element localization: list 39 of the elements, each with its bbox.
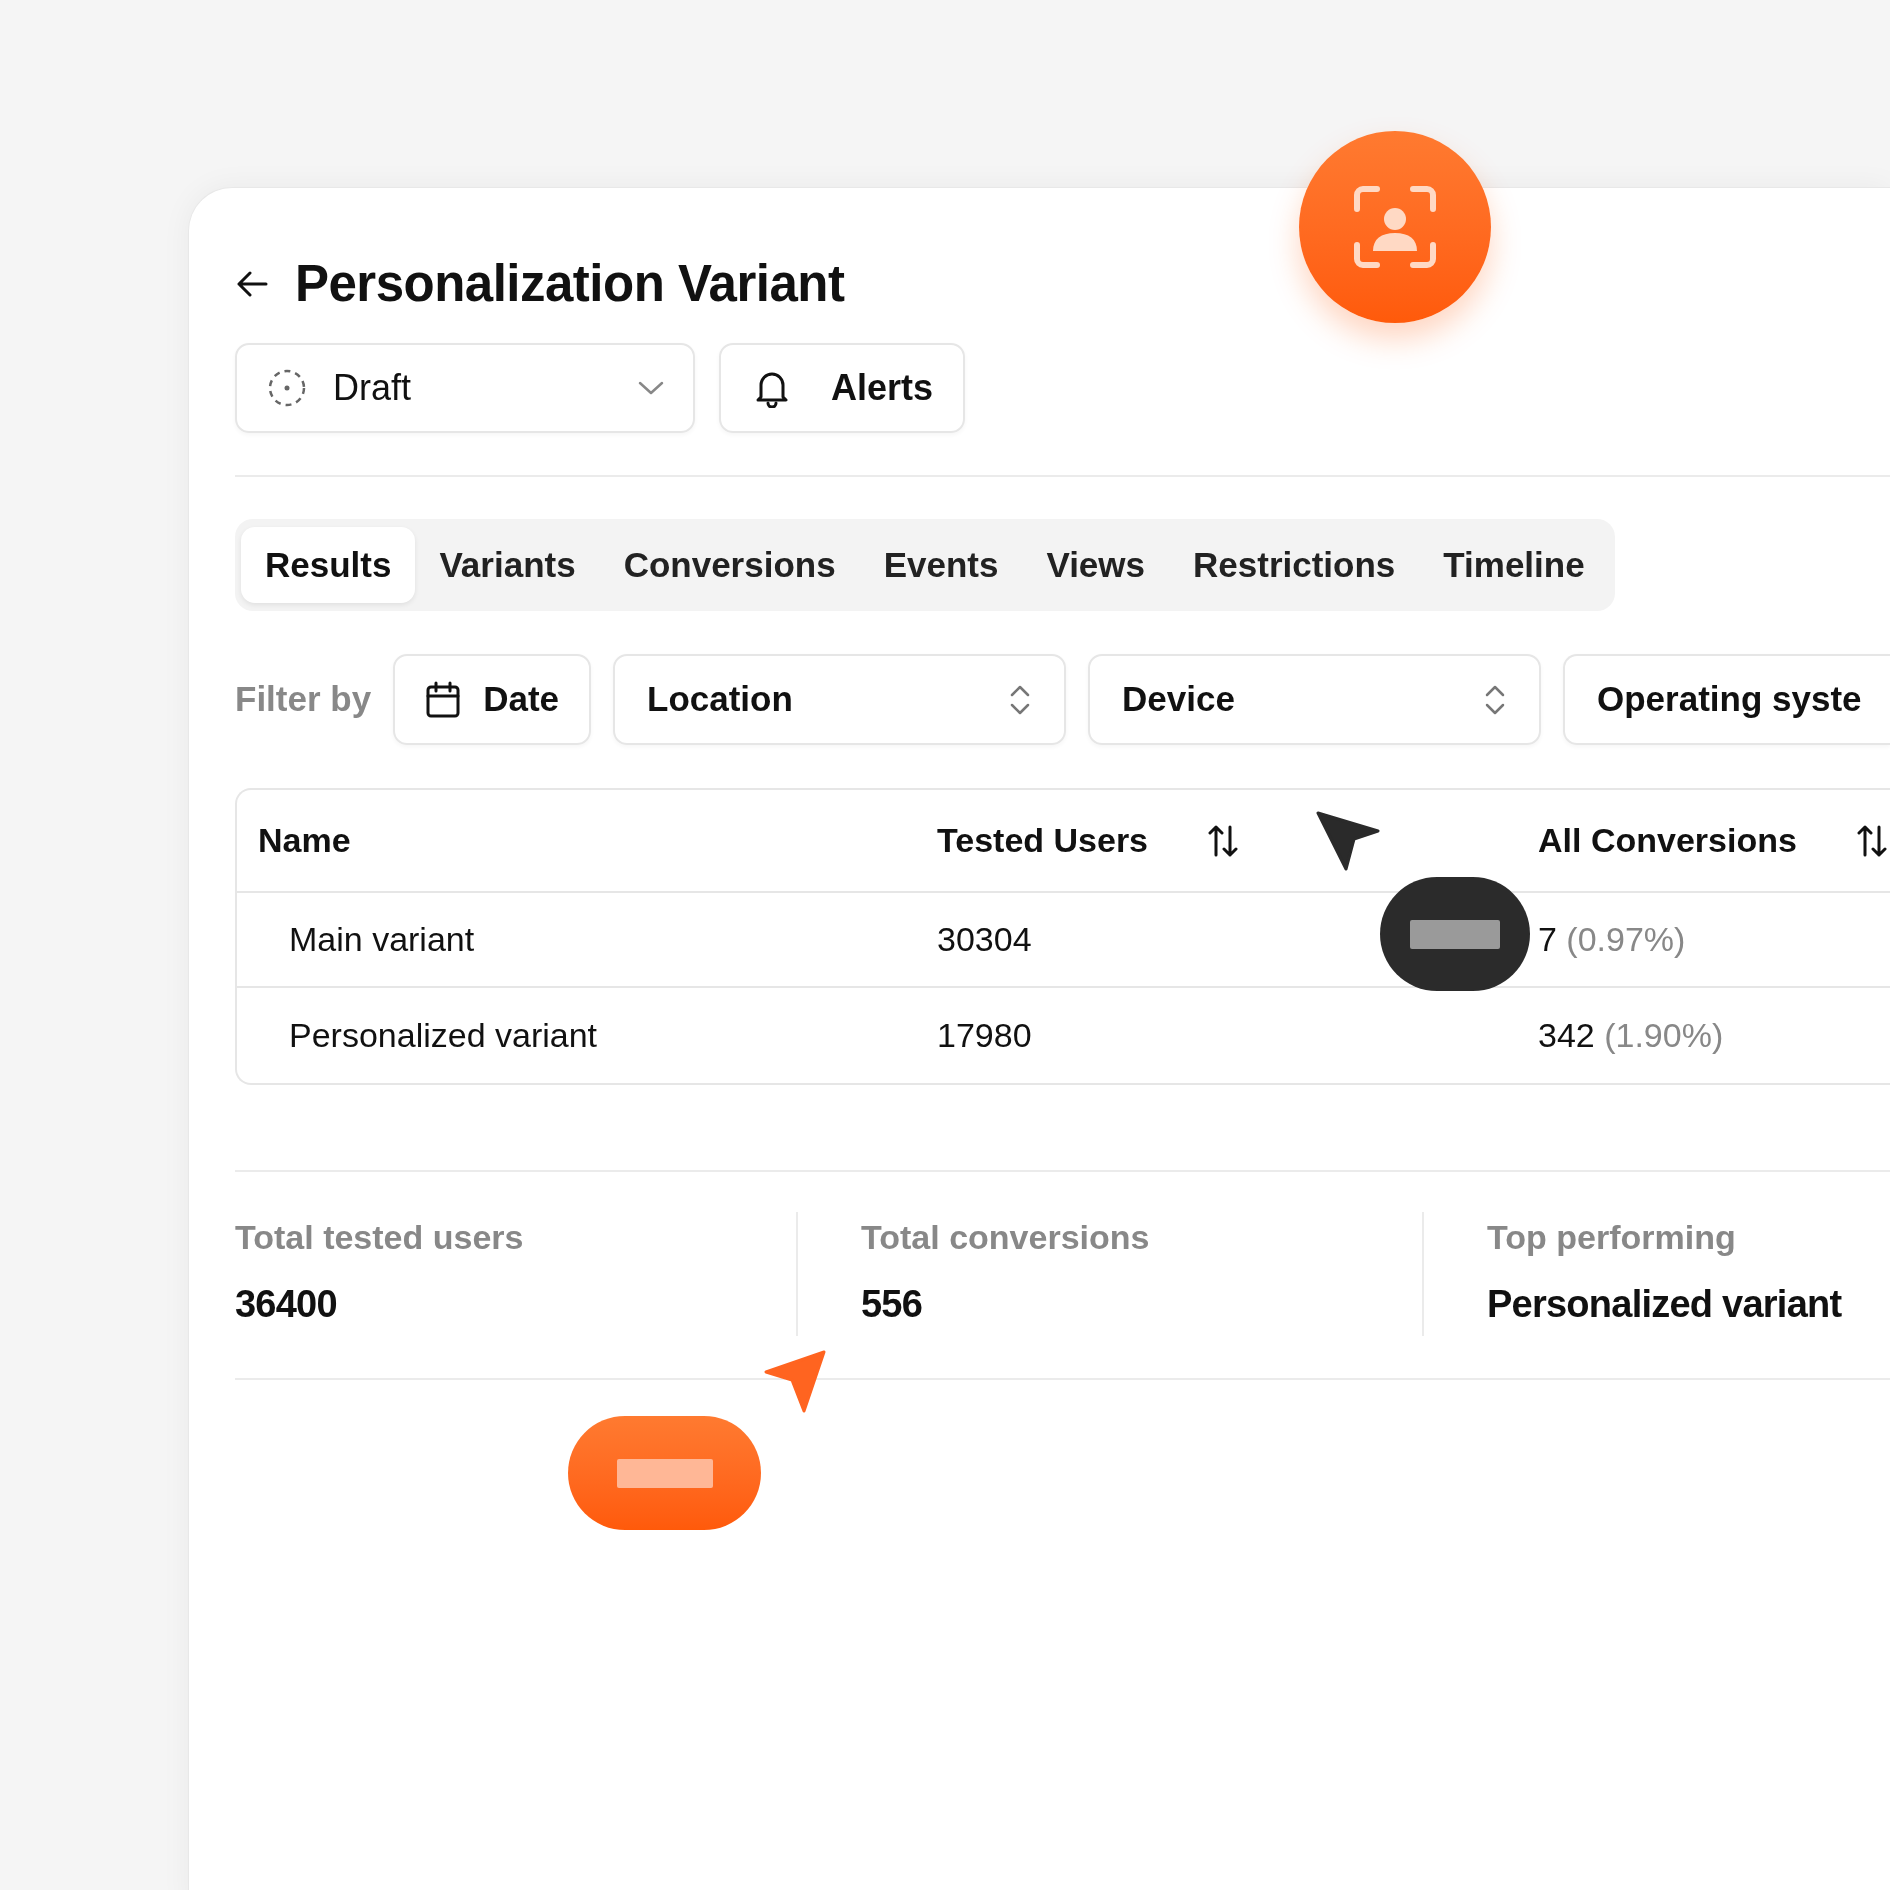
tab[interactable]: Variants (415, 527, 600, 603)
stat-value: Personalized variant (1487, 1282, 1842, 1327)
table-cell: 30304 (937, 920, 1032, 958)
tab[interactable]: Conversions (599, 527, 860, 603)
tab[interactable]: Views (1022, 527, 1169, 603)
back-arrow-icon[interactable] (235, 269, 269, 299)
calendar-icon (425, 680, 462, 719)
stat-value: 36400 (235, 1282, 337, 1327)
tab[interactable]: Restrictions (1169, 527, 1420, 603)
page-title: Personalization Variant (295, 253, 845, 314)
table-cell-text: Main variant (288, 919, 476, 960)
tab[interactable]: Timeline (1419, 527, 1609, 603)
filter-dropdown[interactable]: Operating syste (1563, 654, 1890, 745)
filter-label: Filter by (235, 678, 372, 721)
dashed-circle-icon (267, 368, 307, 408)
status-dropdown[interactable]: Draft (235, 343, 695, 433)
sort-icon[interactable] (1856, 823, 1887, 858)
pointer-cursor-icon (1316, 811, 1380, 871)
sort-icon[interactable] (1208, 823, 1239, 858)
column-header: All Conversions (1538, 820, 1797, 861)
alerts-button[interactable]: Alerts (719, 343, 966, 433)
tab[interactable]: Results (241, 527, 416, 603)
stat-label: Top performing (1487, 1217, 1736, 1256)
pointer-cursor-icon (764, 1350, 826, 1413)
filter-dropdown[interactable]: Location (613, 654, 1066, 745)
date-filter-button[interactable]: Date (393, 654, 591, 745)
table-cell: 17980 (937, 1016, 1032, 1054)
column-header: Tested Users (937, 820, 1149, 861)
table-cell: 7 (0.97%) (1538, 920, 1686, 958)
table-cell-text: Personalized variant (288, 1015, 599, 1056)
stat-value: 556 (861, 1282, 923, 1327)
tab[interactable]: Events (859, 527, 1023, 603)
chevron-down-icon (637, 380, 665, 396)
stat-label: Total conversions (861, 1217, 1150, 1256)
face-scan-icon (1353, 185, 1437, 269)
table-cell: 342 (1.90%) (1538, 1016, 1724, 1054)
stat-label: Total tested users (235, 1217, 524, 1256)
filter-dropdown[interactable]: Device (1088, 654, 1541, 745)
column-header: Name (258, 820, 351, 861)
